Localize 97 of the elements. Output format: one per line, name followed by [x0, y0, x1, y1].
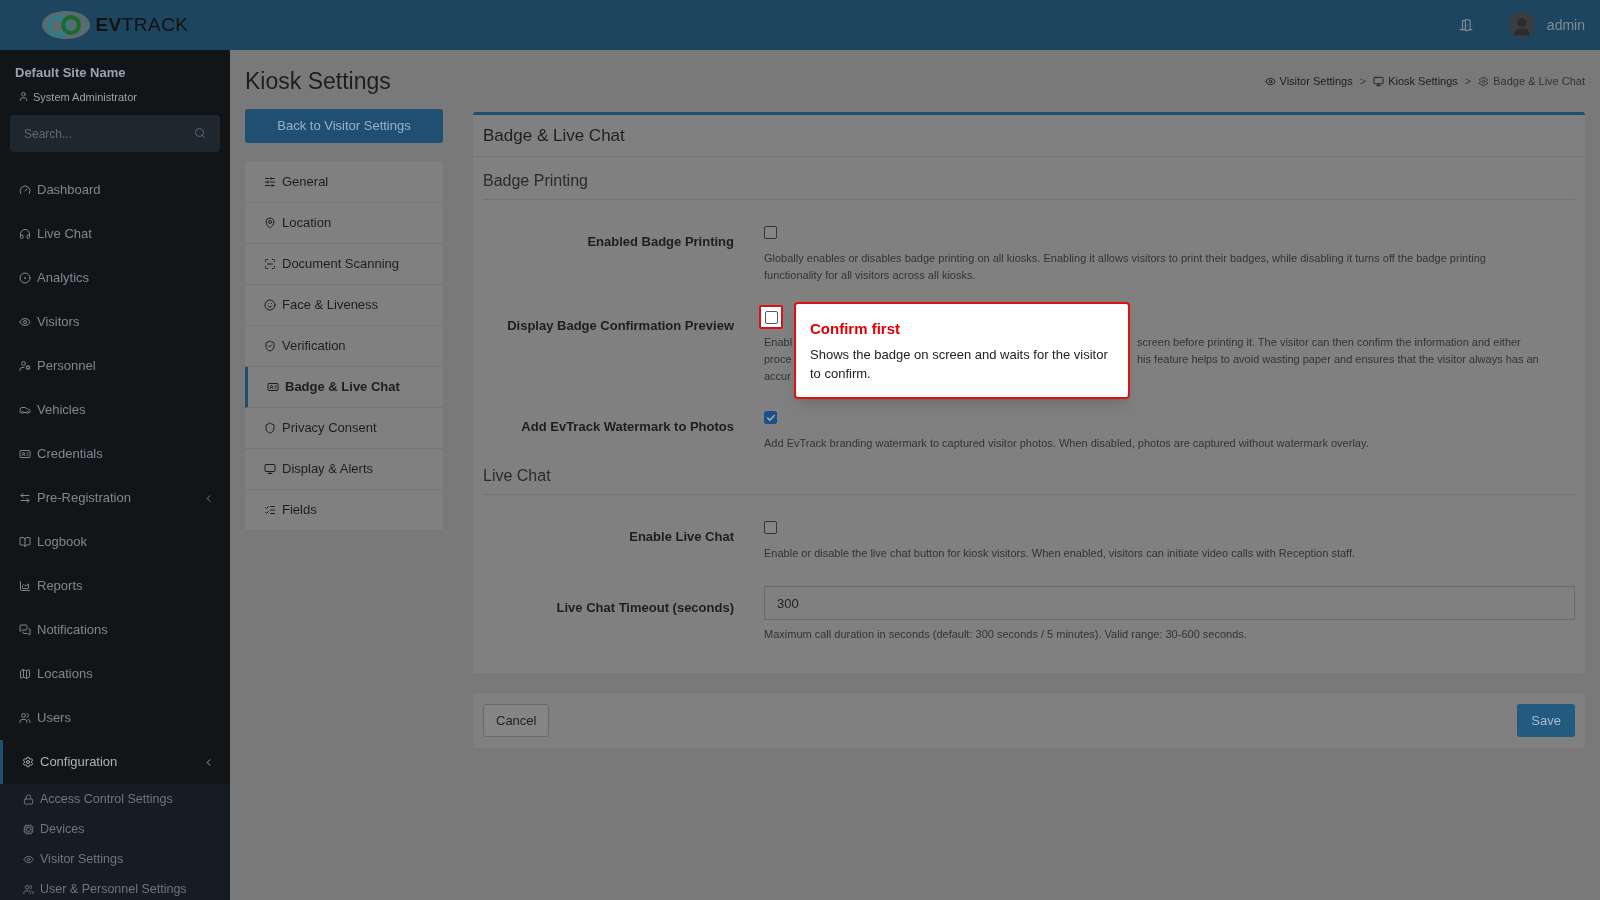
checkbox[interactable] — [764, 411, 777, 424]
popover-title: Confirm first — [810, 319, 901, 339]
description-fragment: his feature helps to avoid wasting paper and ensures that the visitor always has an — [1137, 352, 1539, 367]
target-icon — [19, 272, 31, 284]
card-title: Badge & Live Chat — [473, 114, 1585, 157]
settings-tab[interactable]: Verification — [245, 325, 443, 367]
submenu-item[interactable]: Access Control Settings — [0, 784, 230, 814]
field-description: Maximum call duration in seconds (default: 300 seconds / 5 minutes). Valid range: 30-600 seconds. — [764, 627, 1248, 642]
monitor-icon — [1373, 75, 1385, 87]
face-icon — [264, 298, 276, 311]
sidebar-item[interactable]: Users — [0, 696, 230, 740]
popover-text: Shows the badge on screen and waits for the visitor to confirm. — [810, 345, 1109, 383]
checkbox[interactable] — [764, 521, 777, 534]
section-heading: Live Chat — [483, 464, 1575, 495]
scan-icon — [264, 257, 276, 270]
user-gear-icon — [19, 360, 31, 372]
field-label: Add EvTrack Watermark to Photos — [521, 419, 734, 434]
checkbox[interactable] — [764, 310, 778, 324]
submenu-item[interactable]: Visitor Settings — [0, 844, 230, 874]
settings-tab[interactable]: Privacy Consent — [245, 407, 443, 449]
logo-text: EVTRACK — [95, 12, 189, 37]
monitor-icon — [264, 462, 276, 475]
breadcrumb-separator: > — [1464, 74, 1472, 89]
pin-icon — [264, 216, 276, 229]
shield-check-icon — [264, 339, 276, 352]
cancel-button[interactable]: Cancel — [483, 704, 550, 737]
sidebar-item[interactable]: Locations — [0, 652, 230, 696]
eye-icon — [19, 316, 31, 328]
page-title: Kiosk Settings — [245, 67, 391, 96]
sidebar-item[interactable]: Analytics — [0, 256, 230, 300]
sidebar-item[interactable]: Personnel — [0, 344, 230, 388]
eye-icon — [1264, 75, 1276, 87]
chip-icon — [23, 823, 34, 835]
id-card-icon — [267, 380, 279, 393]
car-icon — [19, 404, 31, 416]
users-icon — [19, 712, 31, 724]
description-fragment: proce — [764, 353, 792, 365]
eye-icon — [23, 853, 34, 865]
sidebar-item[interactable]: Vehicles — [0, 388, 230, 432]
description-fragment: accur — [764, 370, 791, 382]
chart-icon — [19, 580, 31, 592]
user-name[interactable]: admin — [1546, 14, 1585, 36]
arrows-icon — [19, 492, 31, 504]
gear-icon — [22, 756, 34, 768]
field-description: Globally enables or disables badge printing on all kiosks. Enabling it allows visitors to print their badges, while disabling it turns off the badge printing functionality for all visitors across all kiosks. — [764, 251, 1487, 283]
settings-tab[interactable]: Face & Liveness — [245, 284, 443, 326]
users-icon — [23, 883, 34, 895]
field-label: Display Badge Confirmation Preview — [507, 318, 734, 333]
id-card-icon — [19, 448, 31, 460]
site-name: Default Site Name — [15, 64, 127, 82]
settings-tab[interactable]: General — [245, 161, 443, 203]
number-field[interactable]: 300 — [764, 586, 1575, 620]
search-icon[interactable] — [194, 127, 206, 139]
role-text: System Administrator — [33, 89, 137, 105]
sidebar-item[interactable]: Live Chat — [0, 212, 230, 256]
sidebar-item[interactable]: Pre-Registration — [0, 476, 230, 520]
sliders-icon — [264, 175, 276, 188]
settings-tab[interactable]: Document Scanning — [245, 243, 443, 285]
sidebar-item[interactable]: Notifications — [0, 608, 230, 652]
field-label: Live Chat Timeout (seconds) — [556, 600, 734, 615]
breadcrumb-link[interactable]: Kiosk Settings — [1373, 73, 1458, 90]
section-heading: Badge Printing — [483, 169, 1575, 200]
breadcrumb-separator: > — [1359, 74, 1367, 89]
description-fragment: Enabl — [764, 336, 793, 348]
sidebar-item[interactable]: Dashboard — [0, 168, 230, 212]
checkbox[interactable] — [764, 226, 777, 239]
sidebar-item[interactable]: Logbook — [0, 520, 230, 564]
field-description: Enable or disable the live chat button for kiosk visitors. When enabled, visitors can initiate video calls with Reception staff. — [764, 546, 1357, 561]
headset-icon — [19, 228, 31, 240]
save-button[interactable]: Save — [1517, 704, 1575, 737]
map-icon — [19, 668, 31, 680]
breadcrumb-link[interactable]: Visitor Settings — [1264, 73, 1353, 90]
door-icon[interactable] — [1458, 18, 1473, 32]
logo-icon — [41, 10, 92, 40]
user-icon — [18, 91, 29, 103]
field-description: Add EvTrack branding watermark to captured visitor photos. When disabled, photos are captured without watermark overlay. — [764, 436, 1370, 451]
book-icon — [19, 536, 31, 548]
gauge-icon — [19, 184, 31, 196]
field-label: Enable Live Chat — [629, 529, 734, 544]
sidebar-item[interactable]: Reports — [0, 564, 230, 608]
settings-tab[interactable]: Fields — [245, 489, 443, 531]
sidebar-item[interactable]: Credentials — [0, 432, 230, 476]
settings-tab[interactable]: Badge & Live Chat — [245, 366, 443, 408]
back-button[interactable]: Back to Visitor Settings — [245, 108, 443, 143]
submenu-item[interactable]: User & Personnel Settings — [0, 874, 230, 900]
checklist-icon — [264, 503, 276, 516]
chat-icon — [19, 624, 31, 636]
sidebar-item[interactable]: Visitors — [0, 300, 230, 344]
submenu-item[interactable]: Devices — [0, 814, 230, 844]
lock-icon — [23, 793, 34, 805]
settings-tab[interactable]: Location — [245, 202, 443, 244]
gear-icon — [1478, 75, 1490, 87]
description-fragment: screen before printing it. The visitor can then confirm the information and either — [1137, 335, 1521, 350]
settings-tab[interactable]: Display & Alerts — [245, 448, 443, 490]
field-label: Enabled Badge Printing — [587, 234, 734, 249]
search-field[interactable]: Search... — [10, 115, 220, 152]
shield-icon — [264, 421, 276, 434]
